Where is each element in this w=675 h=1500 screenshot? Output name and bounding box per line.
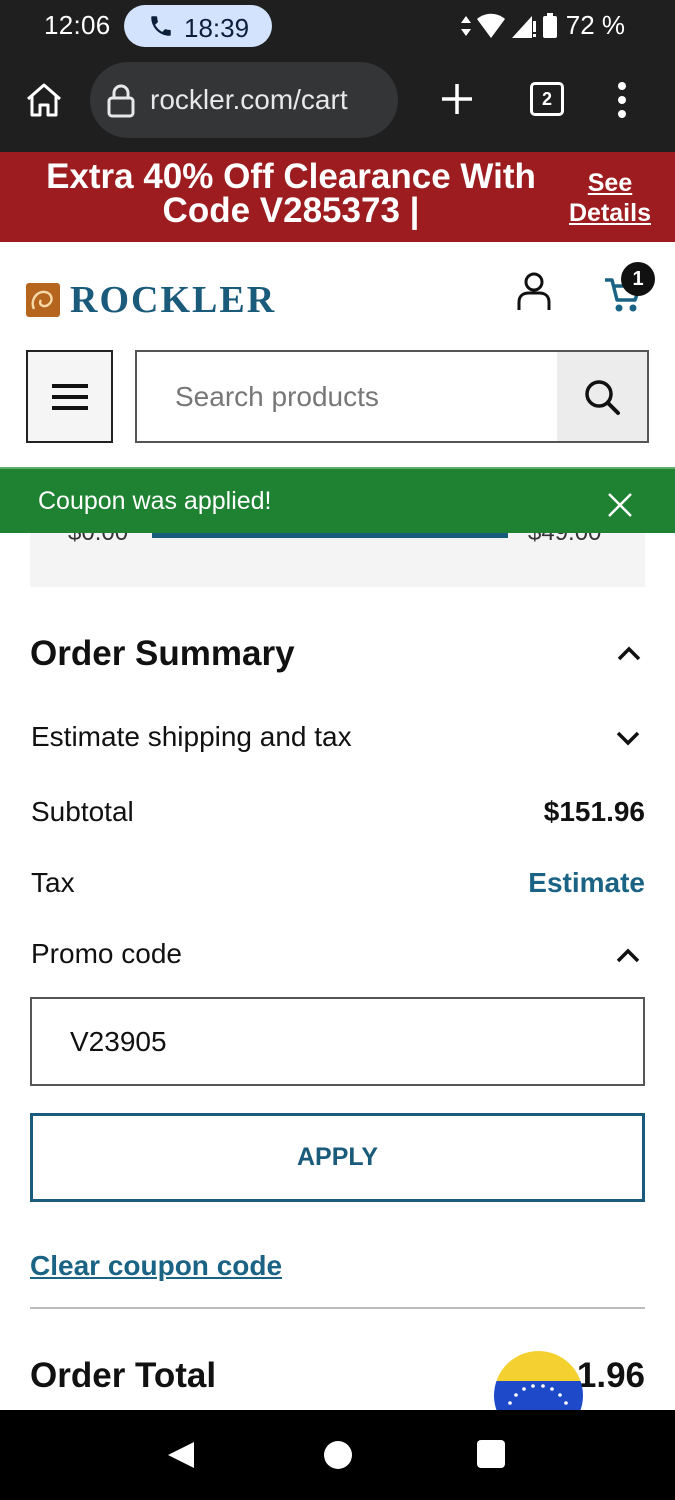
home-icon[interactable]: [24, 80, 64, 120]
progress-max-label: $49.00: [528, 533, 601, 547]
order-total-label: Order Total: [30, 1356, 217, 1395]
menu-button[interactable]: [26, 350, 113, 443]
search-input[interactable]: [137, 352, 557, 441]
status-bar: 12:06 18:39 72 %: [0, 0, 675, 54]
toast-message: Coupon was applied!: [38, 487, 272, 515]
free-shipping-progress: $0.00 $49.00: [30, 533, 645, 587]
wifi-icon: [476, 13, 505, 38]
subtotal-label: Subtotal: [31, 796, 134, 827]
logo-text: ROCKLER: [70, 279, 277, 321]
order-summary-title: Order Summary: [30, 634, 295, 673]
search-box: [135, 350, 649, 443]
divider: [30, 1307, 645, 1309]
promo-code-input[interactable]: [30, 997, 645, 1086]
ongoing-call-chip[interactable]: 18:39: [124, 5, 272, 47]
back-icon[interactable]: [166, 1440, 196, 1470]
close-icon[interactable]: [606, 491, 634, 519]
apply-button[interactable]: APPLY: [30, 1113, 645, 1202]
promo-banner: Extra 40% Off Clearance With Code V28537…: [0, 152, 675, 242]
clear-coupon-link[interactable]: Clear coupon code: [30, 1250, 282, 1282]
status-icons: 72 %: [460, 10, 625, 41]
chevron-up-icon[interactable]: [617, 645, 641, 661]
battery-percent: 72 %: [565, 10, 625, 40]
data-arrows-icon: [460, 15, 471, 36]
see-details-link[interactable]: See Details: [560, 168, 660, 228]
subtotal-value: $151.96: [543, 796, 645, 827]
chevron-down-icon[interactable]: [616, 731, 640, 747]
call-timer: 18:39: [184, 13, 250, 43]
search-icon: [585, 380, 620, 415]
cell-signal-icon: [511, 15, 536, 38]
lock-icon: [107, 84, 135, 118]
chevron-up-icon[interactable]: [616, 947, 640, 963]
home-circle-icon[interactable]: [324, 1441, 352, 1469]
phone-icon: [151, 16, 171, 36]
recents-icon[interactable]: [477, 1440, 505, 1468]
url-text: rockler.com/cart: [150, 84, 348, 115]
battery-icon: [542, 12, 557, 38]
account-icon[interactable]: [515, 272, 553, 312]
tax-label: Tax: [31, 867, 75, 898]
system-nav-bar: [0, 1410, 675, 1500]
order-total-value: 1.96: [576, 1356, 645, 1395]
logo-mark-icon: [26, 283, 60, 317]
promo-banner-text: Extra 40% Off Clearance With Code V28537…: [46, 157, 536, 230]
coupon-toast: Coupon was applied!: [0, 467, 675, 533]
plus-icon[interactable]: [440, 82, 474, 116]
rockler-logo[interactable]: ROCKLER: [26, 278, 276, 322]
promo-code-label[interactable]: Promo code: [31, 938, 182, 970]
progress-min-label: $0.00: [68, 533, 128, 547]
search-button[interactable]: [557, 352, 647, 441]
estimate-shipping-label[interactable]: Estimate shipping and tax: [31, 721, 352, 753]
browser-toolbar: rockler.com/cart 2: [0, 54, 675, 152]
status-time: 12:06: [44, 10, 111, 40]
more-vert-icon[interactable]: [612, 80, 632, 120]
address-bar[interactable]: rockler.com/cart: [90, 62, 398, 138]
tabs-icon[interactable]: 2: [530, 82, 564, 116]
cart-count-badge: 1: [621, 262, 655, 296]
progress-bar: [152, 533, 508, 538]
menu-icon: [52, 384, 88, 410]
tax-estimate-link[interactable]: Estimate: [528, 867, 645, 899]
